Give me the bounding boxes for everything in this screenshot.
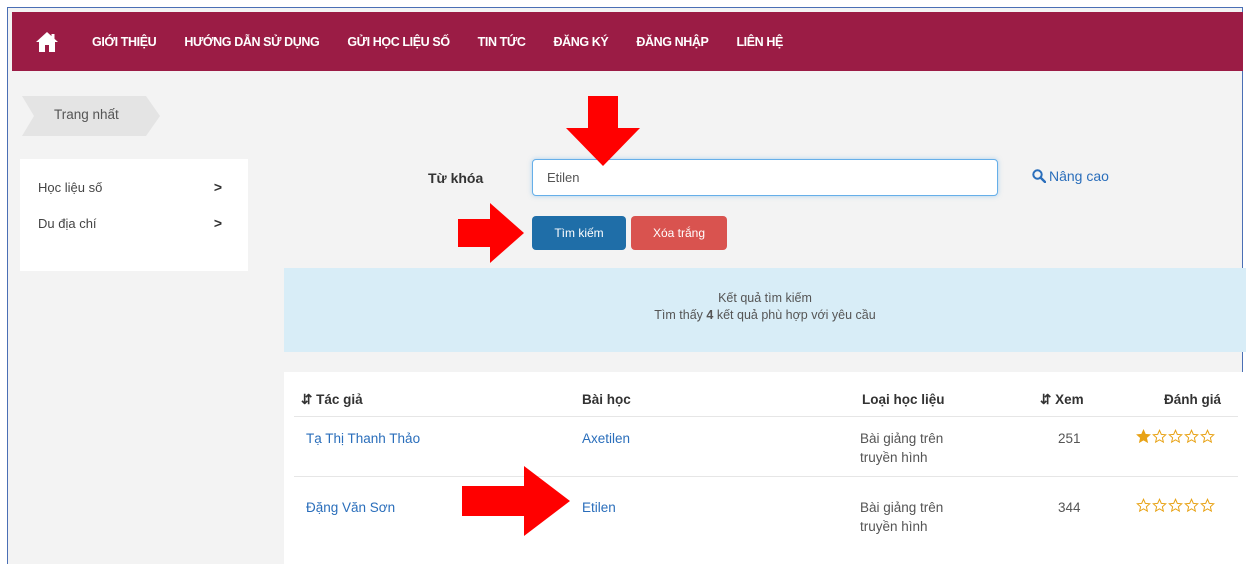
nav-dang-nhap[interactable]: ĐĂNG NHẬP [636,35,709,49]
clear-button[interactable]: Xóa trắng [631,216,727,250]
results-banner: Kết quả tìm kiếm Tìm thấy 4 kết quả phù … [284,268,1246,352]
search-button[interactable]: Tìm kiếm [532,216,626,250]
header-divider [294,416,1238,417]
star-icon[interactable] [1152,498,1167,513]
star-icon[interactable] [1136,429,1151,444]
col-header-type: Loại học liệu [862,392,945,407]
row1-rating[interactable] [1136,429,1215,444]
nav-tin-tuc[interactable]: TIN TỨC [478,35,526,49]
results-table: ⇵ Tác giả Bài học Loại học liệu ⇵ Xem Đá… [284,372,1246,564]
row1-type: Bài giảng trên truyền hình [860,429,943,467]
sidebar-item-label: Du địa chí [38,215,97,231]
row1-author-link[interactable]: Tạ Thị Thanh Thảo [306,429,420,448]
star-icon[interactable] [1200,498,1215,513]
sort-icon: ⇵ [301,392,313,407]
row2-type-line1: Bài giảng trên [860,500,944,515]
nav-lien-he[interactable]: LIÊN HỆ [736,35,783,49]
col-header-author[interactable]: ⇵ Tác giả [301,392,363,408]
row1-type-line2: truyền hình [860,450,928,465]
star-icon[interactable] [1200,429,1215,444]
results-summary: Tìm thấy 4 kết quả phù hợp với yêu cầu [284,308,1246,322]
chevron-right-icon: > [213,215,222,231]
row2-author-link[interactable]: Đặng Văn Sơn [306,498,395,517]
breadcrumb[interactable]: Trang nhất [22,96,162,136]
advanced-search-link[interactable]: Nâng cao [1032,168,1109,184]
search-icon [1032,169,1046,183]
results-summary-prefix: Tìm thấy [654,308,703,322]
breadcrumb-label: Trang nhất [54,107,119,122]
row2-lesson-link[interactable]: Etilen [582,498,616,517]
results-count: 4 [706,308,714,322]
sort-icon: ⇵ [1040,392,1052,407]
arrow-down-annotation [566,96,640,166]
arrow-right-annotation [462,466,570,536]
row2-type: Bài giảng trên truyền hình [860,498,943,536]
star-icon[interactable] [1168,429,1183,444]
chevron-right-icon: > [213,179,222,195]
advanced-search-label: Nâng cao [1049,168,1109,184]
row1-lesson-link[interactable]: Axetilen [582,429,630,448]
col-header-lesson: Bài học [582,392,631,407]
keyword-label: Từ khóa [428,170,484,186]
sidebar-item-label: Học liệu số [38,179,103,195]
row2-type-line2: truyền hình [860,519,928,534]
star-icon[interactable] [1168,498,1183,513]
row-divider [294,476,1238,477]
star-icon[interactable] [1184,498,1199,513]
row2-views: 344 [1058,500,1081,515]
home-button[interactable] [12,12,82,71]
arrow-right-annotation [458,203,524,263]
row1-type-line1: Bài giảng trên [860,431,944,446]
results-summary-suffix: kết quả phù hợp với yêu cầu [716,308,876,322]
nav-huong-dan[interactable]: HƯỚNG DẪN SỬ DỤNG [184,35,319,49]
nav-dang-ky[interactable]: ĐĂNG KÝ [553,35,608,49]
top-navbar: GIỚI THIỆU HƯỚNG DẪN SỬ DỤNG GỬI HỌC LIỆ… [12,12,1243,71]
col-header-author-label: Tác giả [316,392,363,407]
row2-rating[interactable] [1136,498,1215,513]
star-icon[interactable] [1136,498,1151,513]
results-title: Kết quả tìm kiếm [718,291,812,305]
col-header-views[interactable]: ⇵ Xem [1040,392,1084,408]
star-icon[interactable] [1152,429,1167,444]
sidebar-item-hoc-lieu-so[interactable]: Học liệu số > [20,169,248,205]
nav-gui-hoc-lieu[interactable]: GỬI HỌC LIỆU SỐ [347,35,450,49]
row1-views: 251 [1058,431,1081,446]
home-icon [36,31,58,52]
col-header-rating: Đánh giá [1164,392,1222,407]
sidebar-item-du-dia-chi[interactable]: Du địa chí > [20,205,248,241]
sidebar: Học liệu số > Du địa chí > [20,159,248,271]
star-icon[interactable] [1184,429,1199,444]
col-header-views-label: Xem [1055,392,1084,407]
nav-gioi-thieu[interactable]: GIỚI THIỆU [92,35,157,49]
